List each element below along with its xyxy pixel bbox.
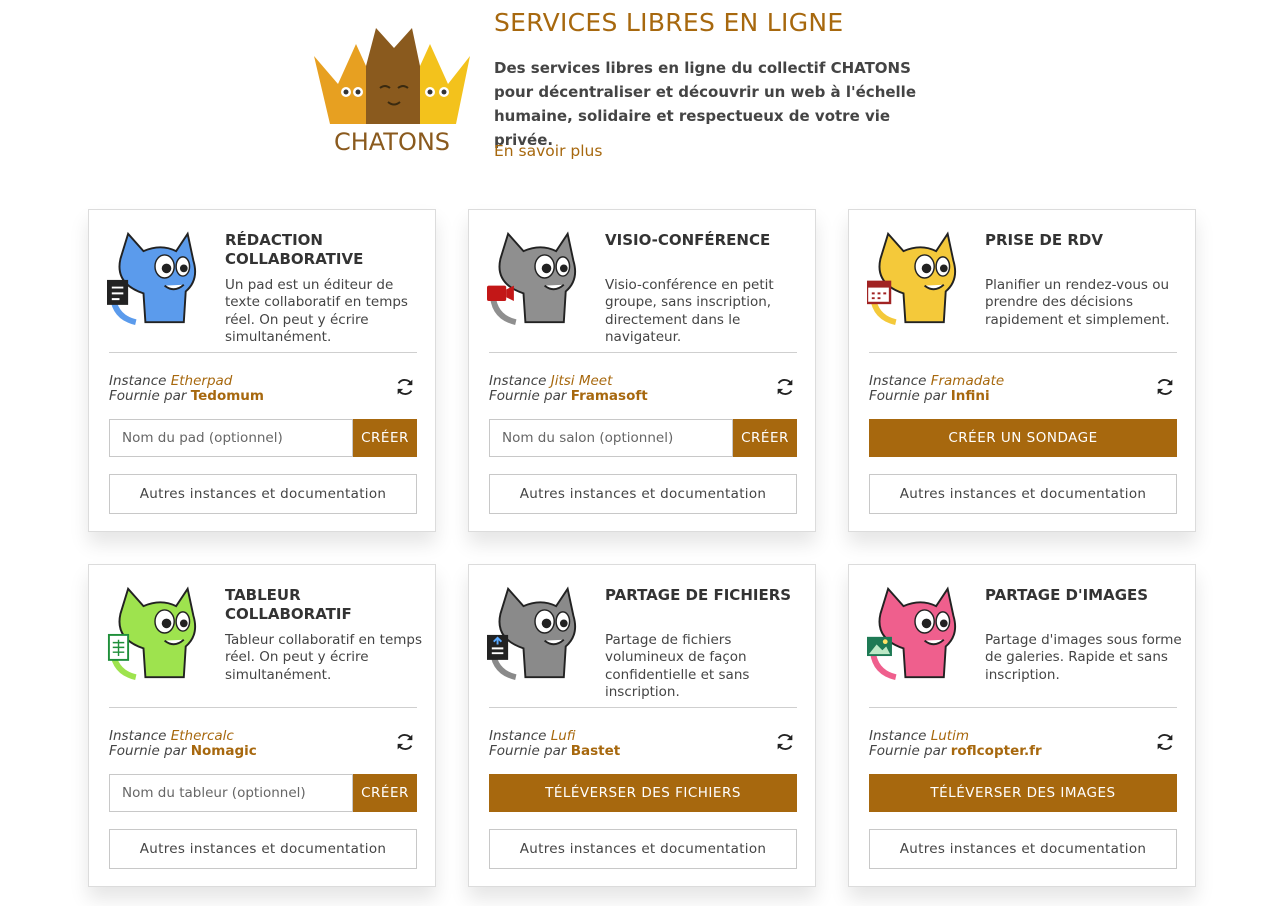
refresh-instance-icon[interactable] (1154, 731, 1176, 753)
service-title: PARTAGE DE FICHIERS (605, 586, 792, 604)
cat-mascot-illustration (487, 586, 577, 680)
divider (869, 352, 1177, 353)
instance-info: Instance Framadate Fournie par Infini (869, 374, 1004, 403)
other-instances-button[interactable]: Autres instances et documentation (869, 829, 1177, 869)
service-title: TABLEUR COLLABORATIF (225, 586, 352, 623)
chatons-logo: CHATONS (314, 28, 470, 156)
refresh-instance-icon[interactable] (394, 731, 416, 753)
provider-label: Fournie par (489, 742, 567, 759)
other-instances-button[interactable]: Autres instances et documentation (489, 829, 797, 869)
svg-text:CHATONS: CHATONS (334, 128, 450, 156)
document-edit-icon (107, 279, 129, 305)
primary-action-button[interactable]: CRÉER UN SONDAGE (869, 419, 1177, 457)
service-title: VISIO-CONFÉRENCE (605, 231, 771, 249)
create-button[interactable]: CRÉER (353, 774, 417, 812)
primary-action-button[interactable]: TÉLÉVERSER DES FICHIERS (489, 774, 797, 812)
service-description: Tableur collaboratif en temps réel. On p… (225, 632, 423, 683)
provider-label: Fournie par (109, 742, 187, 759)
provider-label: Fournie par (109, 387, 187, 404)
create-button[interactable]: CRÉER (733, 419, 797, 457)
service-description: Partage d'images sous forme de galeries.… (985, 632, 1182, 683)
calendar-icon (867, 280, 892, 305)
cat-mascot-illustration (867, 231, 957, 325)
service-description: Planifier un rendez-vous ou prendre des … (985, 277, 1170, 328)
card-file-sharing: PARTAGE DE FICHIERS Partage de fichiers … (468, 564, 816, 887)
instance-info: Instance Ethercalc Fournie par Nomagic (109, 729, 257, 758)
image-icon (867, 636, 892, 657)
divider (109, 707, 417, 708)
service-description: Partage de fichiers volumineux de façon … (605, 632, 750, 700)
refresh-instance-icon[interactable] (774, 376, 796, 398)
divider (489, 352, 797, 353)
provider-label: Fournie par (489, 387, 567, 404)
card-collaborative-writing: RÉDACTION COLLABORATIVE Un pad est un éd… (88, 209, 436, 532)
card-video-conference: VISIO-CONFÉRENCE Visio-conférence en pet… (468, 209, 816, 532)
instance-info: Instance Lutim Fournie par roflcopter.fr (869, 729, 1042, 758)
refresh-instance-icon[interactable] (394, 376, 416, 398)
primary-action-button[interactable]: TÉLÉVERSER DES IMAGES (869, 774, 1177, 812)
service-name-input[interactable] (489, 419, 733, 457)
spreadsheet-icon (107, 633, 130, 661)
service-description: Visio-conférence en petit groupe, sans i… (605, 277, 774, 345)
other-instances-button[interactable]: Autres instances et documentation (109, 829, 417, 869)
video-camera-icon (487, 285, 514, 302)
refresh-instance-icon[interactable] (774, 731, 796, 753)
file-upload-icon (487, 634, 509, 660)
page-header: CHATONS SERVICES LIBRES EN LIGNE Des ser… (308, 8, 988, 168)
instance-info: Instance Jitsi Meet Fournie par Framasof… (489, 374, 648, 403)
service-title: PRISE DE RDV (985, 231, 1103, 249)
cat-mascot-illustration (867, 586, 957, 680)
provider-label: Fournie par (869, 742, 947, 759)
provider-label: Fournie par (869, 387, 947, 404)
page-title: SERVICES LIBRES EN LIGNE (494, 8, 844, 37)
divider (489, 707, 797, 708)
service-title: PARTAGE D'IMAGES (985, 586, 1149, 604)
other-instances-button[interactable]: Autres instances et documentation (869, 474, 1177, 514)
card-collaborative-spreadsheet: TABLEUR COLLABORATIF Tableur collaborati… (88, 564, 436, 887)
service-name-input[interactable] (109, 419, 353, 457)
service-title: RÉDACTION COLLABORATIVE (225, 231, 364, 268)
card-appointment: PRISE DE RDV Planifier un rendez-vous ou… (848, 209, 1196, 532)
provider-name-link[interactable]: Bastet (571, 743, 621, 759)
cat-mascot-illustration (107, 586, 197, 680)
other-instances-button[interactable]: Autres instances et documentation (489, 474, 797, 514)
divider (869, 707, 1177, 708)
refresh-instance-icon[interactable] (1154, 376, 1176, 398)
create-button[interactable]: CRÉER (353, 419, 417, 457)
divider (109, 352, 417, 353)
provider-name-link[interactable]: Tedomum (191, 388, 264, 404)
service-name-input[interactable] (109, 774, 353, 812)
provider-name-link[interactable]: Infini (951, 388, 990, 404)
provider-name-link[interactable]: roflcopter.fr (951, 743, 1042, 759)
cat-mascot-illustration (487, 231, 577, 325)
other-instances-button[interactable]: Autres instances et documentation (109, 474, 417, 514)
service-description: Un pad est un éditeur de texte collabora… (225, 277, 408, 345)
page-description: Des services libres en ligne du collecti… (494, 59, 916, 149)
provider-name-link[interactable]: Framasoft (571, 388, 648, 404)
provider-name-link[interactable]: Nomagic (191, 743, 257, 759)
instance-info: Instance Lufi Fournie par Bastet (489, 729, 620, 758)
cat-mascot-illustration (107, 231, 197, 325)
instance-info: Instance Etherpad Fournie par Tedomum (109, 374, 264, 403)
card-image-sharing: PARTAGE D'IMAGES Partage d'images sous f… (848, 564, 1196, 887)
learn-more-link[interactable]: En savoir plus (494, 142, 602, 160)
